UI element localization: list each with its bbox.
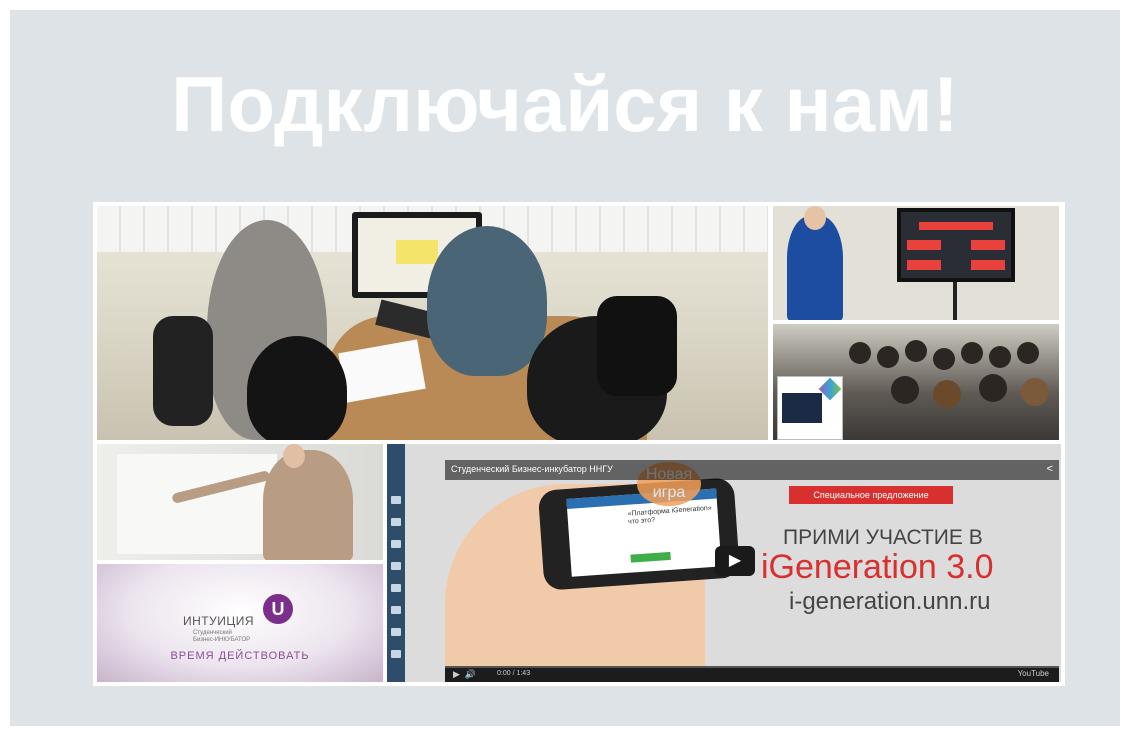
group-icon[interactable] bbox=[391, 518, 401, 526]
brand-subtitle: Студенческий Бизнес-ИНКУБАТОР bbox=[193, 630, 251, 643]
lecturer-head bbox=[283, 444, 305, 468]
video-player[interactable]: «Платформа iGeneration» что это? Новая и… bbox=[405, 444, 1061, 682]
tagline: ВРЕМЯ ДЕЙСТВОВАТЬ bbox=[170, 650, 310, 662]
video-controls: ▶ 🔊 0:00 / 1:43 YouTube bbox=[445, 666, 1059, 682]
list-icon[interactable] bbox=[391, 540, 401, 548]
photo-presenter bbox=[773, 206, 1059, 320]
user-icon[interactable] bbox=[391, 496, 401, 504]
play-button[interactable]: ▶ bbox=[715, 546, 755, 576]
video-time: 0:00 / 1:43 bbox=[497, 670, 531, 677]
phone-question: «Платформа iGeneration» что это? bbox=[627, 504, 712, 526]
chart-icon[interactable] bbox=[391, 628, 401, 636]
calendar-icon[interactable] bbox=[391, 606, 401, 614]
brand-name: ИНТУИЦИЯ bbox=[183, 614, 255, 628]
u-logo-icon: U bbox=[263, 594, 293, 624]
play-icon[interactable]: ▶ 🔊 bbox=[453, 669, 476, 680]
video-title-bar: Студенческий Бизнес-инкубатор ННГУ < bbox=[445, 460, 1059, 480]
photo-lecturer-at-whiteboard bbox=[97, 444, 383, 560]
photo-audience bbox=[773, 324, 1059, 440]
presentation-screen bbox=[897, 208, 1015, 282]
slide: Подключайся к нам! ИНТУИЦИЯ U Студенческ… bbox=[10, 10, 1120, 726]
share-icon[interactable]: < bbox=[1047, 463, 1053, 475]
phone-illustration: «Платформа iGeneration» что это? bbox=[537, 477, 741, 591]
trophy-icon[interactable] bbox=[391, 562, 401, 570]
chair bbox=[153, 316, 213, 426]
event-poster bbox=[777, 376, 843, 440]
video-title[interactable]: Студенческий Бизнес-инкубатор ННГУ bbox=[451, 464, 613, 474]
person bbox=[247, 336, 347, 440]
presenter-head bbox=[804, 206, 826, 230]
person bbox=[427, 226, 547, 376]
photo-collage: ИНТУИЦИЯ U Студенческий Бизнес-ИНКУБАТОР… bbox=[93, 202, 1065, 686]
megaphone-icon[interactable] bbox=[391, 650, 401, 658]
photo-students-at-computer bbox=[97, 206, 768, 440]
photo-intuition-logo: ИНТУИЦИЯ U Студенческий Бизнес-ИНКУБАТОР… bbox=[97, 564, 383, 682]
headline: ПРИМИ УЧАСТИЕ В bbox=[783, 526, 983, 549]
chair bbox=[597, 296, 677, 396]
whiteboard bbox=[117, 454, 277, 554]
program-url: i-generation.unn.ru bbox=[789, 588, 991, 615]
presenter bbox=[787, 216, 843, 320]
program-name: iGeneration 3.0 bbox=[761, 548, 994, 586]
special-offer-ribbon: Специальное предложение bbox=[789, 486, 953, 504]
diamond-logo-icon bbox=[818, 377, 842, 401]
progress-bar[interactable] bbox=[445, 666, 1059, 668]
slide-title: Подключайся к нам! bbox=[171, 60, 959, 148]
youtube-logo[interactable]: YouTube bbox=[1018, 669, 1049, 678]
lecturer bbox=[263, 450, 353, 560]
document-icon[interactable] bbox=[391, 584, 401, 592]
video-side-toolbar bbox=[387, 444, 405, 682]
